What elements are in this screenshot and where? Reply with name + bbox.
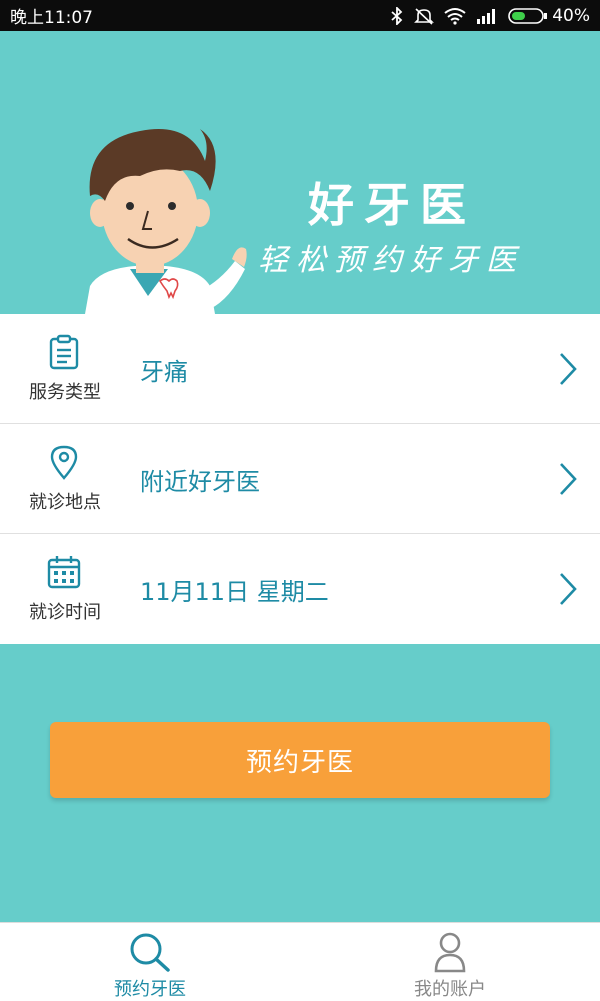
wifi-icon — [444, 7, 466, 25]
book-dentist-button[interactable]: 预约牙医 — [50, 722, 550, 798]
location-value: 附近好牙医 — [140, 468, 260, 496]
mute-icon — [414, 7, 435, 25]
time-value: 11月11日 星期二 — [140, 578, 329, 606]
location-pin-icon — [50, 445, 78, 480]
status-icons: 40% — [390, 6, 590, 26]
chevron-right-icon — [560, 353, 577, 385]
app-slogan: 轻松预约好牙医 — [258, 243, 524, 278]
time-label: 就诊时间 — [29, 602, 101, 623]
calendar-icon — [47, 556, 81, 589]
battery: 40% — [508, 6, 590, 26]
service-type-value: 牙痛 — [140, 358, 188, 386]
search-icon — [130, 933, 170, 972]
tab-book-dentist[interactable]: 预约牙医 — [0, 923, 300, 1001]
location-label: 就诊地点 — [29, 492, 101, 513]
clipboard-icon — [49, 334, 79, 370]
time-row[interactable]: 就诊时间 11月11日 星期二 — [0, 534, 600, 644]
location-row[interactable]: 就诊地点 附近好牙医 — [0, 424, 600, 534]
booking-form: 服务类型 牙痛 就诊地点 附近好牙医 就诊时间 11月11日 星期二 — [0, 314, 600, 644]
user-icon — [434, 932, 466, 973]
chevron-right-icon — [560, 573, 577, 605]
battery-percent: 40% — [552, 5, 590, 26]
tab-my-account[interactable]: 我的账户 — [300, 923, 600, 1001]
app-title: 好牙医 — [308, 178, 476, 232]
bluetooth-icon — [391, 6, 403, 25]
bottom-tab-bar: 预约牙医 我的账户 — [0, 922, 600, 1001]
tab-book-dentist-label: 预约牙医 — [114, 979, 186, 1000]
status-time: 晚上11:07 — [10, 8, 93, 28]
tab-my-account-label: 我的账户 — [414, 979, 486, 1000]
battery-icon — [508, 7, 548, 24]
hero-banner: 好牙医 轻松预约好牙医 — [0, 31, 600, 314]
service-type-label: 服务类型 — [29, 382, 101, 403]
chevron-right-icon — [560, 463, 577, 495]
doctor-illustration — [85, 129, 247, 314]
signal-icon — [477, 8, 496, 24]
service-type-row[interactable]: 服务类型 牙痛 — [0, 314, 600, 424]
status-bar: 晚上11:07 40% — [0, 0, 600, 31]
